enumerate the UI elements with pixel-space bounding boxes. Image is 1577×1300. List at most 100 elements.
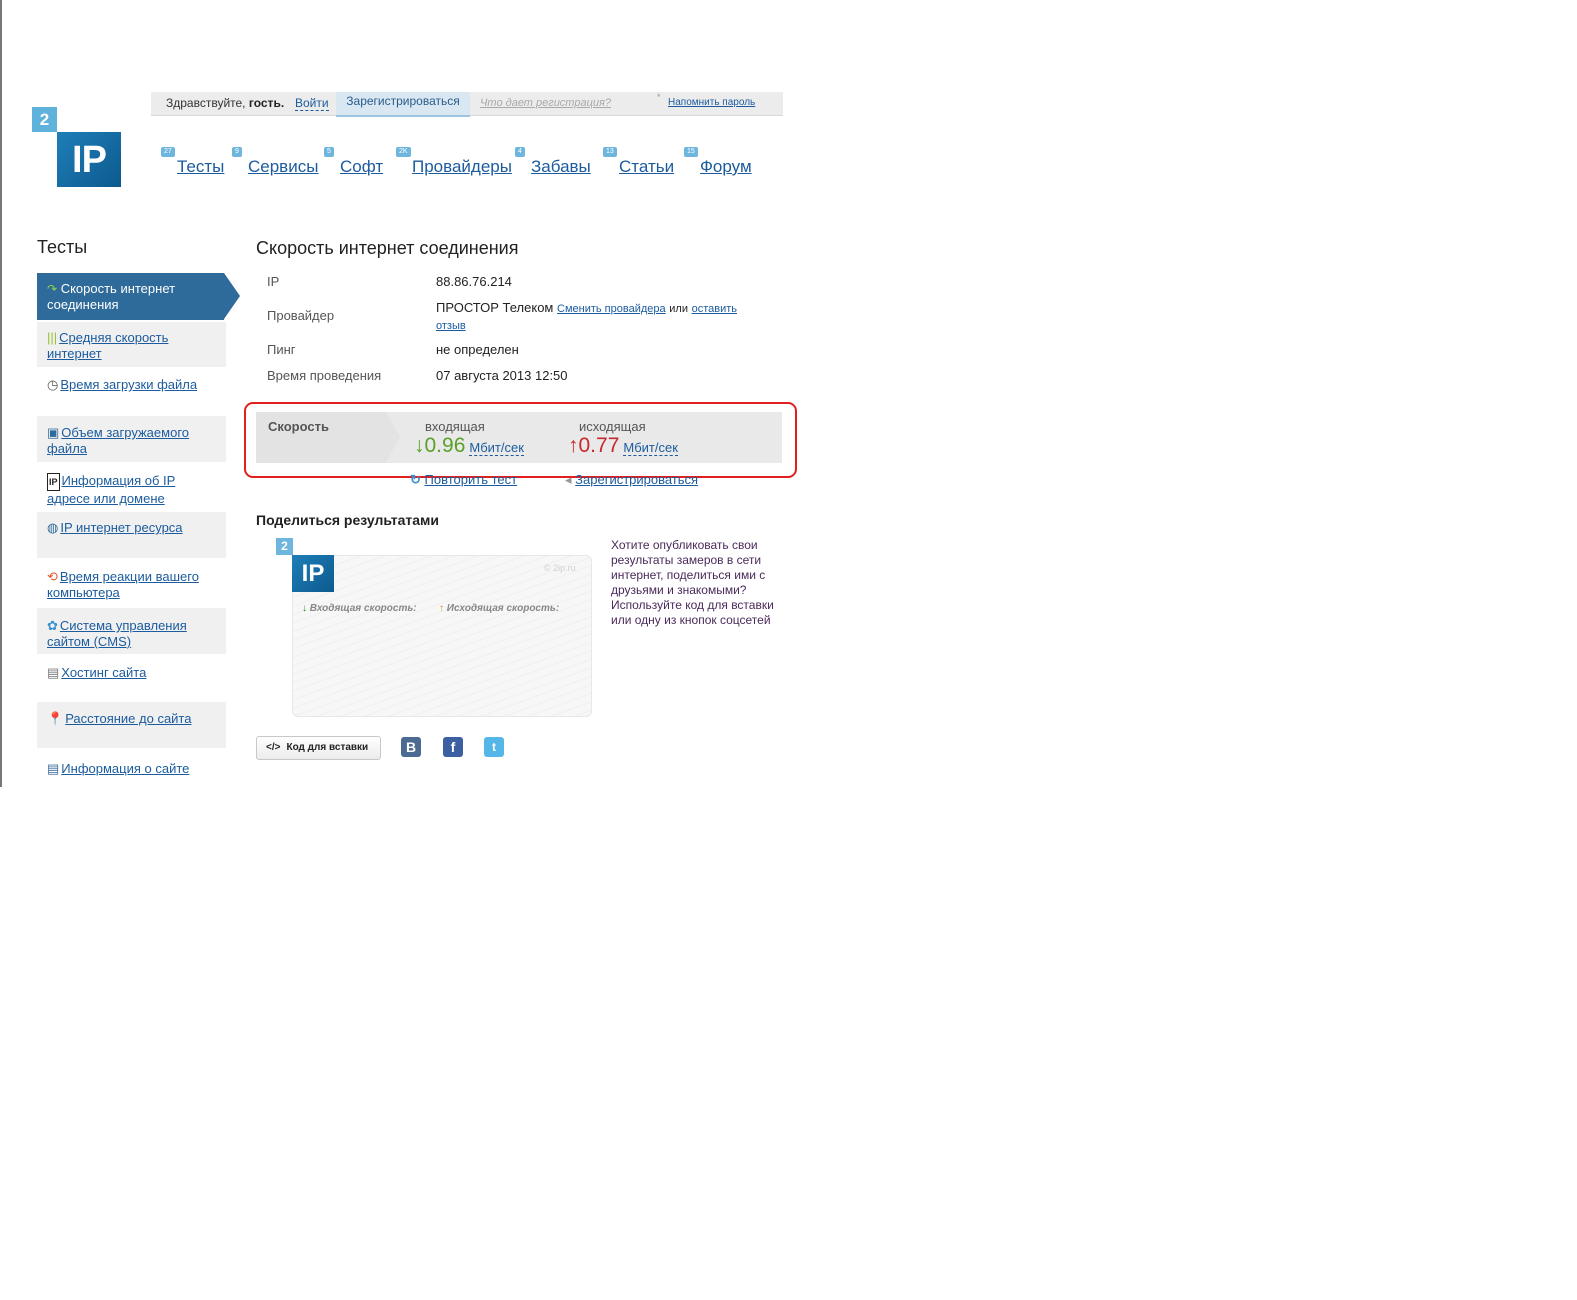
nav-services[interactable]: 9 Сервисы [232, 147, 318, 177]
register-link[interactable]: Зарегистрироваться [575, 472, 698, 487]
sidebar-link[interactable]: Время реакции вашего [60, 569, 199, 584]
sidebar-active-line2: соединения [47, 297, 119, 312]
site-info-icon: ▤ [47, 761, 60, 776]
sidebar-link[interactable]: Время загрузки файла [60, 377, 197, 392]
preview-download-text: Входящая скорость: [309, 603, 417, 614]
facebook-share-button[interactable]: f [443, 737, 463, 757]
sidebar-item-ip-info[interactable]: IP Информация об IP адресе или домене [37, 464, 226, 510]
provider-name: ПРОСТОР Телеком [436, 300, 554, 315]
sidebar-link[interactable]: Хостинг сайта [61, 665, 146, 680]
sidebar-item-speed-active[interactable]: ↷ Скорость интернет соединения [37, 273, 240, 320]
highlight-frame [244, 402, 797, 478]
greeting-text: Здравствуйте, [166, 96, 246, 110]
ip-label: IP [267, 274, 280, 289]
retest-action[interactable]: ↻ Повторить тест [410, 472, 517, 488]
sidebar-item-file-size[interactable]: ▣ Объем загружаемого файла [37, 416, 226, 462]
ping-value: не определен [436, 342, 519, 357]
change-provider-link[interactable]: Сменить провайдера [557, 303, 666, 315]
provider-value: ПРОСТОР Телеком Сменить провайдера или о… [436, 300, 766, 334]
sidebar-item-cms[interactable]: ✿ Система управления сайтом (CMS) [37, 608, 226, 654]
register-action[interactable]: ◂ Зарегистрироваться [565, 472, 698, 488]
sidebar-item-site-info[interactable]: ▤ Информация о сайте [37, 752, 226, 786]
down-arrow-icon: ↓ [302, 603, 307, 614]
preview-download-label: ↓ Входящая скорость: [302, 603, 417, 614]
sidebar-item-ip-resource[interactable]: ◍ IP интернет ресурса [37, 512, 226, 558]
sidebar-link[interactable]: Средняя скорость [59, 330, 168, 345]
twitter-share-button[interactable]: t [484, 737, 504, 757]
preview-logo: IP [292, 555, 334, 592]
provider-label: Провайдер [267, 308, 335, 323]
logo-badge[interactable]: 2 [32, 107, 57, 132]
sidebar-link[interactable]: IP интернет ресурса [60, 520, 182, 535]
window-left-border [0, 0, 2, 787]
nav-count-badge: 13 [603, 147, 617, 157]
sidebar-link[interactable]: Система управления [60, 618, 187, 633]
sidebar-item-distance[interactable]: 📍 Расстояние до сайта [37, 702, 226, 748]
nav-providers[interactable]: 2K Провайдеры [396, 147, 512, 177]
ip-info-icon: IP [47, 473, 60, 491]
sidebar-item-hosting[interactable]: ▤ Хостинг сайта [37, 656, 226, 696]
nav-link[interactable]: Забавы [531, 157, 591, 176]
sidebar-link[interactable]: адресе или домене [47, 491, 165, 506]
nav-link[interactable]: Форум [700, 157, 752, 176]
preview-upload-label: ↑ Исходящая скорость: [439, 603, 559, 614]
or-text: или [669, 303, 688, 315]
retest-link[interactable]: Повторить тест [425, 472, 518, 487]
sidebar-item-reaction-time[interactable]: ⟲ Время реакции вашего компьютера [37, 560, 226, 604]
nav-tests[interactable]: 27 Тесты [161, 147, 224, 177]
vk-share-button[interactable]: B [401, 737, 421, 757]
sidebar-link[interactable]: Информация о сайте [61, 761, 189, 776]
nav-link[interactable]: Статьи [619, 157, 674, 176]
review-link[interactable]: отзыв [436, 320, 466, 332]
sidebar-title: Тесты [37, 237, 88, 257]
user-bar: Здравствуйте, гость. Войти Зарегистриров… [151, 92, 783, 117]
nav-count-badge: 9 [232, 147, 242, 157]
sidebar-link[interactable]: Объем загружаемого [61, 425, 189, 440]
nav-forum[interactable]: 15 Форум [684, 147, 752, 177]
greeting: Здравствуйте, гость. [166, 96, 284, 110]
sidebar-link[interactable]: файла [47, 441, 87, 456]
up-arrow-icon: ↑ [439, 603, 444, 614]
guest-label: гость. [248, 96, 285, 110]
nav-soft[interactable]: 5 Софт [324, 147, 383, 177]
sidebar-link[interactable]: интернет [47, 346, 102, 361]
file-size-icon: ▣ [47, 425, 60, 440]
refresh-icon: ↻ [410, 472, 421, 487]
remind-password-link[interactable]: Напомнить пароль [668, 97, 755, 108]
code-icon: </> [266, 742, 281, 753]
sidebar-link[interactable]: Информация об IP [62, 473, 176, 488]
asterisk-icon: * [657, 92, 661, 102]
share-preview-card [292, 555, 592, 717]
cms-icon: ✿ [47, 618, 58, 633]
map-pin-icon: 📍 [47, 711, 64, 726]
nav-count-badge: 15 [684, 147, 698, 157]
sidebar-item-average-speed[interactable]: ||| Средняя скорость интернет [37, 322, 226, 367]
share-description: Хотите опубликовать свои результаты заме… [611, 538, 774, 627]
time-label: Время проведения [267, 368, 382, 383]
embed-code-button[interactable]: </> Код для вставки [256, 736, 381, 760]
reaction-icon: ⟲ [47, 569, 58, 584]
speed-arrow-icon: ↷ [47, 282, 58, 296]
ip-globe-icon: ◍ [47, 520, 59, 535]
hosting-icon: ▤ [47, 665, 60, 680]
clock-icon: ◷ [47, 377, 59, 392]
register-button[interactable]: Зарегистрироваться [336, 92, 470, 117]
sidebar-link[interactable]: Расстояние до сайта [65, 711, 191, 726]
preview-logo-badge: 2 [276, 538, 293, 555]
nav-articles[interactable]: 13 Статьи [603, 147, 674, 177]
nav-link[interactable]: Софт [340, 157, 383, 176]
registration-info-link[interactable]: Что дает регистрация? [480, 97, 611, 109]
sidebar-link[interactable]: сайтом (CMS) [47, 634, 131, 649]
preview-upload-text: Исходящая скорость: [446, 603, 560, 614]
leave-review-link[interactable]: оставить [692, 303, 737, 315]
sidebar-item-download-time[interactable]: ◷ Время загрузки файла [37, 369, 226, 407]
site-logo[interactable]: IP [57, 132, 121, 187]
nav-link[interactable]: Сервисы [248, 157, 318, 176]
nav-link[interactable]: Провайдеры [412, 157, 512, 176]
sidebar-link[interactable]: компьютера [47, 585, 120, 600]
nav-count-badge: 4 [515, 147, 525, 157]
nav-fun[interactable]: 4 Забавы [515, 147, 591, 177]
nav-count-badge: 2K [396, 147, 411, 157]
nav-link[interactable]: Тесты [177, 157, 224, 176]
login-link[interactable]: Войти [295, 96, 329, 111]
